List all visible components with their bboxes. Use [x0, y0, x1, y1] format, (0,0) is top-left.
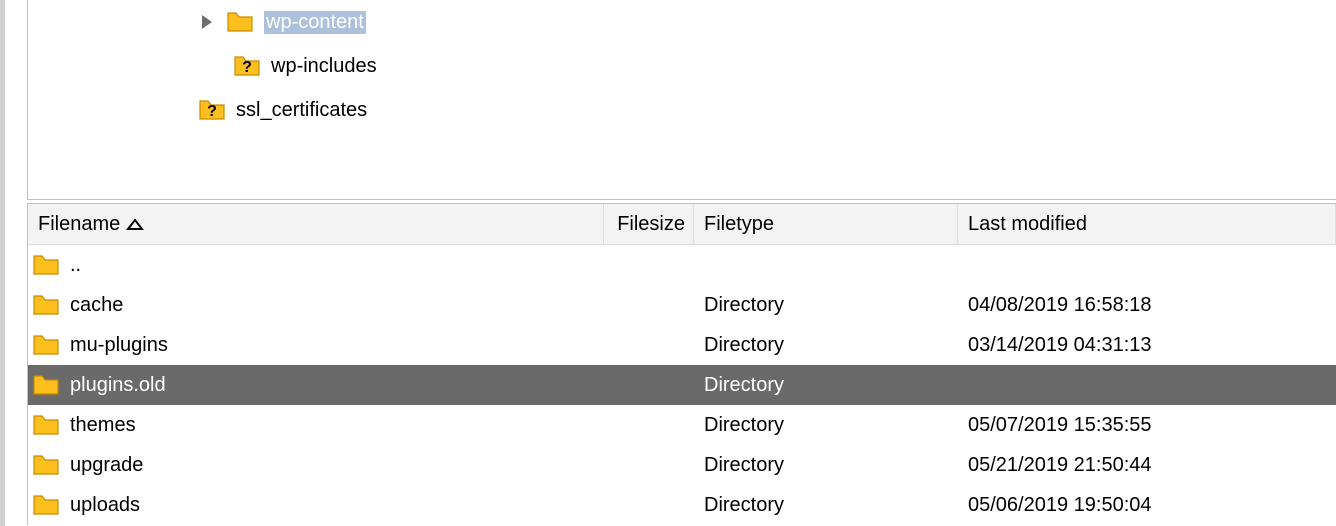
- file-row-name-cell: upgrade: [28, 453, 604, 477]
- file-row-name: themes: [70, 414, 136, 437]
- tree-item[interactable]: wp-includes: [28, 44, 1336, 88]
- file-row-name: uploads: [70, 494, 140, 517]
- file-row-type: Directory: [694, 494, 958, 517]
- folder-icon: [32, 293, 60, 317]
- folder-icon: [32, 373, 60, 397]
- file-row-name-cell: themes: [28, 413, 604, 437]
- file-row[interactable]: themes Directory05/07/2019 15:35:55: [28, 405, 1336, 445]
- file-row-name-cell: cache: [28, 293, 604, 317]
- folder-icon: [226, 10, 254, 34]
- tree-item-label: wp-content: [264, 11, 366, 34]
- file-row-name: ..: [70, 254, 81, 277]
- file-row[interactable]: mu-plugins Directory03/14/2019 04:31:13: [28, 325, 1336, 365]
- file-row-modified: 05/21/2019 21:50:44: [958, 454, 1336, 477]
- tree-item[interactable]: ssl_certificates: [28, 88, 1336, 132]
- folder-unknown-icon: [198, 98, 226, 122]
- folder-icon: [32, 333, 60, 357]
- file-row[interactable]: ..: [28, 245, 1336, 285]
- file-row[interactable]: uploads Directory05/06/2019 19:50:04: [28, 485, 1336, 525]
- file-row-name: plugins.old: [70, 374, 166, 397]
- file-row-type: Directory: [694, 454, 958, 477]
- file-list-header: Filename Filesize Filetype Last modified: [28, 204, 1336, 245]
- sort-ascending-icon: [126, 217, 144, 231]
- file-row-type: Directory: [694, 414, 958, 437]
- column-header-filetype[interactable]: Filetype: [694, 204, 958, 244]
- file-row-type: Directory: [694, 334, 958, 357]
- file-row-modified: 03/14/2019 04:31:13: [958, 334, 1336, 357]
- file-row-name-cell: mu-plugins: [28, 333, 604, 357]
- file-row-modified: 05/06/2019 19:50:04: [958, 494, 1336, 517]
- tree-item-label: ssl_certificates: [236, 99, 367, 122]
- file-row-name-cell: ..: [28, 253, 604, 277]
- tree-item-label: wp-includes: [271, 55, 377, 78]
- folder-icon: [32, 413, 60, 437]
- file-list-body: ..cacheDirectory04/08/2019 16:58:18mu-pl…: [28, 245, 1336, 525]
- file-row-name: mu-plugins: [70, 334, 168, 357]
- folder-unknown-icon: [233, 54, 261, 78]
- folder-icon: [32, 493, 60, 517]
- file-row-name: cache: [70, 294, 123, 317]
- folder-icon: [32, 453, 60, 477]
- column-header-modified[interactable]: Last modified: [958, 204, 1336, 244]
- column-header-modified-label: Last modified: [968, 213, 1087, 236]
- file-row-type: Directory: [694, 374, 958, 397]
- file-row-name: upgrade: [70, 454, 143, 477]
- file-row[interactable]: plugins.old Directory: [28, 365, 1336, 405]
- column-header-filename-label: Filename: [38, 213, 120, 236]
- column-header-filetype-label: Filetype: [704, 213, 774, 236]
- file-row-name-cell: plugins.old: [28, 373, 604, 397]
- file-row[interactable]: upgrade Directory05/21/2019 21:50:44: [28, 445, 1336, 485]
- column-header-filesize[interactable]: Filesize: [604, 204, 694, 244]
- file-row-modified: 05/07/2019 15:35:55: [958, 414, 1336, 437]
- column-header-filename[interactable]: Filename: [28, 204, 604, 244]
- folder-icon: [32, 253, 60, 277]
- file-row-name-cell: uploads: [28, 493, 604, 517]
- column-header-filesize-label: Filesize: [617, 213, 685, 236]
- file-row-modified: 04/08/2019 16:58:18: [958, 294, 1336, 317]
- file-row-type: Directory: [694, 294, 958, 317]
- directory-tree[interactable]: wp-content wp-includes ssl_certificates: [27, 0, 1336, 200]
- tree-item[interactable]: wp-content: [28, 0, 1336, 44]
- file-row[interactable]: cache Directory04/08/2019 16:58:18: [28, 285, 1336, 325]
- expand-icon[interactable]: [198, 13, 216, 31]
- file-list-panel: Filename Filesize Filetype Last modified…: [27, 203, 1336, 525]
